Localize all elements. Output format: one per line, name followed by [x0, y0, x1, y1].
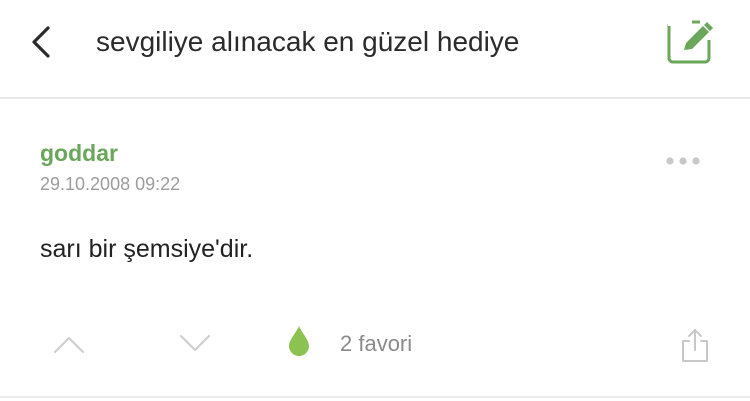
divider: [0, 396, 750, 398]
entry-date[interactable]: 29.10.2008 09:22: [40, 173, 180, 195]
entry-screen: sevgiliye alınacak en güzel hediye godda…: [0, 0, 750, 401]
favorite-button[interactable]: [288, 325, 310, 357]
share-icon: [682, 329, 708, 362]
chevron-down-icon: [179, 334, 211, 352]
author-name[interactable]: goddar: [40, 139, 118, 167]
more-dots-icon: [666, 157, 700, 165]
back-button[interactable]: [22, 22, 62, 62]
share-button[interactable]: [680, 327, 710, 363]
upvote-button[interactable]: [52, 333, 86, 355]
entry-card: goddar 29.10.2008 09:22 sarı bir şemsiye…: [0, 99, 750, 401]
entry-content: sarı bir şemsiye'dir.: [40, 235, 254, 263]
drop-icon: [289, 326, 309, 356]
entry-actions: 2 favori: [0, 321, 750, 371]
more-options-button[interactable]: [664, 151, 702, 171]
favorites-count[interactable]: 2 favori: [340, 330, 412, 358]
downvote-button[interactable]: [178, 333, 212, 355]
chevron-left-icon: [32, 26, 50, 58]
page-title[interactable]: sevgiliye alınacak en güzel hediye: [96, 24, 519, 60]
chevron-up-icon: [53, 336, 85, 354]
compose-button[interactable]: [666, 16, 716, 66]
edit-icon: [667, 16, 714, 64]
header-bar: sevgiliye alınacak en güzel hediye: [0, 0, 750, 99]
